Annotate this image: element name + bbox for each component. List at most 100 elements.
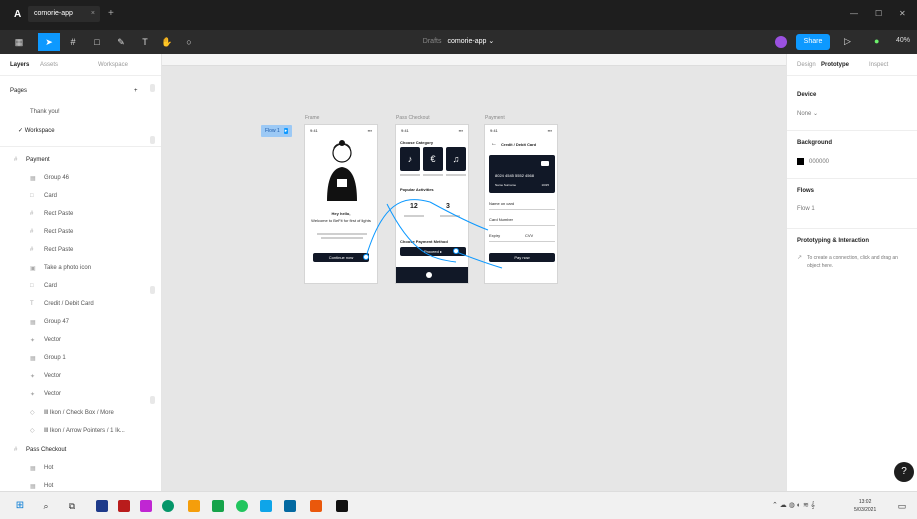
layer-item[interactable]: ▦ Group 46 <box>0 170 161 188</box>
layer-label: Hot <box>44 483 54 489</box>
windows-start-icon[interactable]: ⊞ <box>14 500 26 512</box>
design-canvas[interactable]: Flow 1 ▸ Frame Pass Checkout Payment 9:41… <box>162 54 786 491</box>
notifications-icon[interactable]: ▭ <box>896 500 908 512</box>
left-panel-tabs: Layers Assets Workspace <box>0 54 161 76</box>
zoom-level[interactable]: 40% <box>896 37 910 44</box>
layer-item[interactable]: T Credit / Debit Card <box>0 296 161 314</box>
layer-item[interactable]: ▦ Hot <box>0 478 161 491</box>
app-icon[interactable] <box>260 500 272 512</box>
interaction-header: Prototyping & Interaction <box>797 238 869 244</box>
scroll-handle[interactable] <box>150 286 155 294</box>
rectangle-icon: □ <box>30 283 34 289</box>
frame-icon: # <box>14 447 18 453</box>
tab-close-icon[interactable]: × <box>91 10 95 17</box>
frame-layer-payment[interactable]: # Payment <box>0 152 161 170</box>
system-tray-icons[interactable]: ⌃ ☁ ◍ ◐ ≋ 𝄞 <box>772 501 815 510</box>
app-icon[interactable] <box>212 500 224 512</box>
flow-item[interactable]: Flow 1 <box>797 206 815 212</box>
page-label: ✓ Workspace <box>18 128 55 134</box>
share-button[interactable]: Share <box>796 34 830 50</box>
maximize-button[interactable]: ☐ <box>875 9 882 18</box>
minimize-button[interactable]: — <box>850 9 858 18</box>
group-icon: ▦ <box>30 176 36 182</box>
layer-item[interactable]: ◇ Ⅲ Ikon / Arrow Pointers / 1 Ik... <box>0 422 161 440</box>
prototype-connections <box>363 199 503 269</box>
layer-item[interactable]: ✦ Vector <box>0 386 161 404</box>
tab-layers[interactable]: Layers <box>10 62 29 68</box>
app-icon[interactable] <box>96 500 108 512</box>
right-panel-tabs: Design Prototype Inspect <box>787 54 917 76</box>
clock[interactable]: 13:02 5/03/2021 <box>854 498 876 514</box>
tab-design[interactable]: Design <box>797 62 816 68</box>
present-play-icon[interactable]: ▷ <box>844 36 851 47</box>
layer-label: Group 47 <box>44 319 70 325</box>
new-tab-button[interactable]: + <box>108 8 114 19</box>
document-tab[interactable]: comorie-app × <box>28 6 100 22</box>
layer-item[interactable]: # Rect Paste <box>0 206 161 224</box>
group-icon: ▦ <box>30 320 36 326</box>
layer-item[interactable]: ▦ Group 47 <box>0 314 161 332</box>
scroll-handle[interactable] <box>150 84 155 92</box>
group-icon: ▦ <box>30 466 36 472</box>
add-page-button[interactable]: + <box>134 88 138 94</box>
figma-taskbar-icon[interactable] <box>336 500 348 512</box>
avatar[interactable] <box>775 36 787 48</box>
image-icon: ▣ <box>30 266 36 272</box>
tab-inspect[interactable]: Inspect <box>869 62 888 68</box>
vector-icon: ✦ <box>30 338 36 344</box>
component-icon: ◇ <box>30 410 35 416</box>
layer-item[interactable]: # Rect Paste <box>0 242 161 260</box>
layer-label: Ⅲ Ikon / Arrow Pointers / 1 Ik... <box>44 428 125 434</box>
task-view-icon[interactable]: ⧉ <box>66 500 78 512</box>
layer-item[interactable]: # Rect Paste <box>0 224 161 242</box>
device-select[interactable]: None ⌄ <box>797 110 818 117</box>
layer-label: Vector <box>44 337 62 343</box>
vector-icon: ✦ <box>30 392 36 398</box>
background-swatch[interactable] <box>797 158 804 165</box>
layer-item[interactable]: ▦ Group 1 <box>0 350 161 368</box>
doc-owner: Drafts <box>422 38 442 45</box>
scroll-handle[interactable] <box>150 136 155 144</box>
scroll-handle[interactable] <box>150 396 155 404</box>
chrome-icon[interactable] <box>162 500 174 512</box>
connection-node-icon <box>363 254 369 260</box>
connection-node-icon <box>453 248 459 254</box>
file-explorer-icon[interactable] <box>188 500 200 512</box>
app-icon[interactable] <box>310 500 322 512</box>
layer-label: Payment <box>26 157 50 163</box>
frame-icon: # <box>14 157 18 163</box>
layer-label: Take a photo icon <box>44 265 92 271</box>
close-window-button[interactable]: ✕ <box>899 9 906 18</box>
app-icon[interactable] <box>118 500 130 512</box>
search-icon[interactable]: ⌕ <box>40 500 52 512</box>
spotify-icon[interactable] <box>236 500 248 512</box>
rectangle-icon: □ <box>30 193 34 199</box>
component-icon: ◇ <box>30 428 35 434</box>
frame-layer-pass-checkout[interactable]: # Pass Checkout <box>0 442 161 460</box>
figma-logo-icon[interactable]: A <box>14 9 21 20</box>
layer-item[interactable]: □ Card <box>0 278 161 296</box>
layer-label: Vector <box>44 373 62 379</box>
layer-item[interactable]: ▣ Take a photo icon <box>0 260 161 278</box>
tab-prototype[interactable]: Prototype <box>821 62 849 68</box>
doc-name: comorie-app ⌄ <box>447 38 495 45</box>
layer-item[interactable]: ▦ Hot <box>0 460 161 478</box>
frame-icon: # <box>30 211 34 217</box>
page-item[interactable]: ✓ Workspace <box>0 122 161 140</box>
divider <box>787 228 917 229</box>
layer-item[interactable]: ◇ Ⅲ Ikon / Check Box / More <box>0 404 161 422</box>
outlook-icon[interactable] <box>284 500 296 512</box>
layer-item[interactable]: ✦ Vector <box>0 332 161 350</box>
layer-item[interactable]: ✦ Vector <box>0 368 161 386</box>
document-tab-title: comorie-app <box>34 10 73 17</box>
background-header: Background <box>797 140 833 146</box>
background-hex[interactable]: 000000 <box>809 159 829 165</box>
layer-item[interactable]: □ Card <box>0 188 161 206</box>
toolbar: ▦ ➤ # □ ✎ T ✋ ○ Drafts comorie-app ⌄ Shar… <box>0 30 917 54</box>
help-button[interactable]: ? <box>894 462 914 482</box>
app-icon[interactable] <box>140 500 152 512</box>
page-item[interactable]: Thank you! <box>0 104 161 122</box>
frame-icon: # <box>30 229 34 235</box>
tab-assets[interactable]: Assets <box>40 62 58 68</box>
tab-workspace[interactable]: Workspace <box>98 62 128 68</box>
